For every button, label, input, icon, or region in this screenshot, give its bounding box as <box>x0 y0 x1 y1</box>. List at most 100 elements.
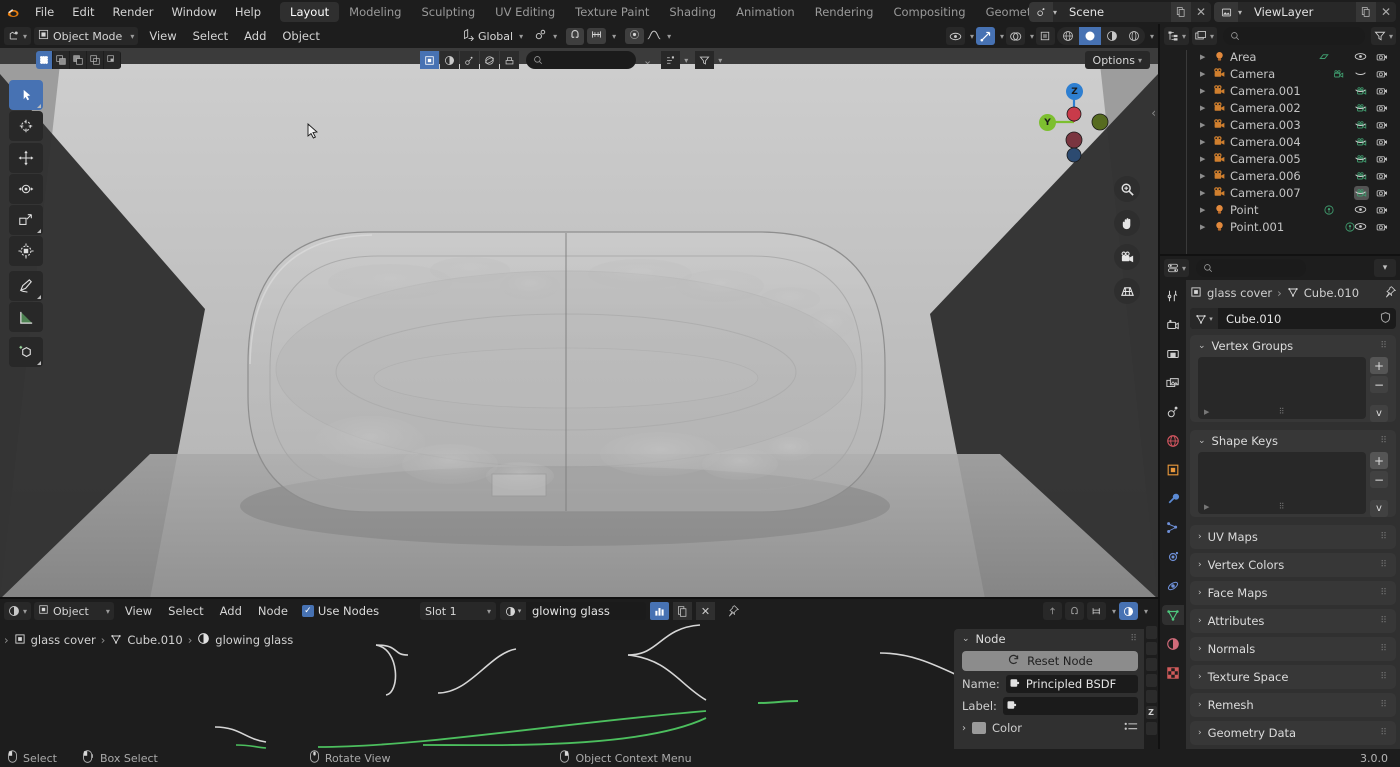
material-slot-selector[interactable]: Slot 1 ▾ <box>420 602 496 620</box>
select-extend-button[interactable] <box>53 51 70 69</box>
properties-tab-render[interactable] <box>1162 315 1184 335</box>
menu-edit[interactable]: Edit <box>63 0 103 24</box>
render-toggle-icon[interactable] <box>1374 137 1390 147</box>
grip-dots-icon[interactable]: ⠿ <box>1380 644 1388 654</box>
snap-icon[interactable] <box>1065 602 1084 620</box>
disclosure-triangle-icon[interactable]: ▶ <box>1200 87 1205 95</box>
properties-tab-physics[interactable] <box>1162 547 1184 567</box>
shader-editor-icon[interactable]: ▾ <box>4 602 31 620</box>
vertex-group-specials-button[interactable]: v <box>1370 405 1388 422</box>
visibility-toggle-icon[interactable] <box>1352 137 1368 146</box>
tab-sculpting[interactable]: Sculpting <box>411 2 485 22</box>
pan-hand-icon[interactable] <box>1114 210 1140 236</box>
properties-tab-output[interactable] <box>1162 344 1184 364</box>
editor-type-3dview-icon[interactable]: ▾ <box>4 27 31 45</box>
select-set-button[interactable] <box>36 51 53 69</box>
disclosure-triangle-icon[interactable]: ▶ <box>1200 189 1205 197</box>
grip-dots-icon[interactable]: ⠿ <box>1380 700 1388 710</box>
select-invert-button[interactable] <box>87 51 104 69</box>
viewport-menu-select[interactable]: Select <box>185 24 236 48</box>
viewport-menu-view[interactable]: View <box>141 24 184 48</box>
viewlayer-name[interactable]: ViewLayer <box>1248 2 1356 22</box>
node-tab-5[interactable] <box>1146 690 1157 703</box>
material-icon[interactable] <box>440 51 459 69</box>
object-mode-selector[interactable]: Object Mode ▾ <box>34 27 138 45</box>
use-nodes-toggle[interactable]: ✓ Use Nodes <box>302 604 379 618</box>
grip-dots-icon[interactable]: ⠿ <box>1380 436 1388 446</box>
chevron-down-icon[interactable]: ▾ <box>1144 607 1148 616</box>
close-icon[interactable]: ✕ <box>1376 2 1396 22</box>
node-tab-4[interactable] <box>1146 674 1157 687</box>
tab-animation[interactable]: Animation <box>726 2 805 22</box>
node-label-input[interactable] <box>1003 697 1138 715</box>
unlink-material-button[interactable]: ✕ <box>696 602 715 620</box>
disclosure-triangle-icon[interactable]: ▶ <box>1200 206 1205 214</box>
add-vertex-group-button[interactable]: + <box>1370 357 1388 374</box>
visibility-toggle-icon[interactable] <box>1352 120 1368 129</box>
proportional-edit-icon[interactable] <box>625 28 644 44</box>
properties-tab-tool[interactable] <box>1162 286 1184 306</box>
physics-icon[interactable] <box>480 51 499 69</box>
menu-window[interactable]: Window <box>162 0 225 24</box>
xray-icon[interactable] <box>1036 27 1055 45</box>
move-tool[interactable] <box>9 143 43 173</box>
shape-key-specials-button[interactable]: v <box>1370 500 1388 517</box>
viewport-search-input[interactable] <box>526 51 636 69</box>
gizmo-axis-z[interactable]: Z <box>1066 83 1083 100</box>
properties-tab-modifiers[interactable] <box>1162 489 1184 509</box>
visibility-toggle-icon[interactable] <box>1352 205 1368 214</box>
grip-dots-icon[interactable]: ⠿ <box>1380 560 1388 570</box>
panel-vertex-groups-header[interactable]: ⌄ Vertex Groups ⠿ <box>1190 335 1396 357</box>
visibility-toggle-icon[interactable] <box>1352 154 1368 163</box>
material-sphere-icon[interactable]: ▾ <box>500 602 526 620</box>
outliner-filter-button[interactable]: ▾ <box>1371 27 1396 45</box>
shader-menu-node[interactable]: Node <box>250 599 296 623</box>
render-toggle-icon[interactable] <box>1374 222 1390 232</box>
visibility-toggle-icon[interactable] <box>1352 188 1368 197</box>
node-tab-item[interactable]: Z <box>1146 706 1157 719</box>
shield-icon[interactable] <box>1379 311 1392 327</box>
viewport-menu-object[interactable]: Object <box>274 24 327 48</box>
outliner-row-camera-001[interactable]: ▶ Camera.001 <box>1166 82 1400 99</box>
add-shape-key-button[interactable]: + <box>1370 452 1388 469</box>
visibility-toggle-icon[interactable] <box>1352 86 1368 95</box>
chevron-down-icon[interactable]: ▾ <box>684 56 688 65</box>
annotate-tool[interactable] <box>9 271 43 301</box>
shading-rendered[interactable] <box>1123 27 1145 45</box>
tab-texture-paint[interactable]: Texture Paint <box>565 2 659 22</box>
render-toggle-icon[interactable] <box>1374 205 1390 215</box>
properties-search-input[interactable] <box>1196 259 1306 277</box>
breadcrumb-data[interactable]: Cube.010 <box>127 633 182 647</box>
cursor-tool[interactable] <box>9 111 43 141</box>
magnet-icon[interactable] <box>566 28 584 45</box>
viewlayer-selector[interactable]: ▾ ViewLayer ✕ <box>1214 2 1396 22</box>
render-toggle-icon[interactable] <box>1374 52 1390 62</box>
select-subtract-button[interactable] <box>70 51 87 69</box>
shader-editor[interactable]: Window Reflection From Instance Value Va… <box>0 599 1158 749</box>
pin-icon[interactable] <box>1384 286 1396 301</box>
render-toggle-icon[interactable] <box>1374 154 1390 164</box>
disclosure-triangle-icon[interactable]: ▶ <box>1200 121 1205 129</box>
chevron-down-icon[interactable]: ▾ <box>718 56 722 65</box>
outliner-display-mode-icon[interactable]: ▾ <box>1164 27 1189 45</box>
breadcrumb-data[interactable]: Cube.010 <box>1304 286 1359 300</box>
overlays-icon[interactable] <box>1119 602 1138 620</box>
shading-solid[interactable] <box>1079 27 1101 45</box>
grip-dots-icon[interactable]: ⠿ <box>1380 532 1388 542</box>
panel-face-maps[interactable]: › Face Maps ⠿ <box>1190 581 1396 605</box>
shape-keys-listbox[interactable]: ▶ ⠿ <box>1198 452 1366 514</box>
camera-data-icon[interactable] <box>1331 67 1346 81</box>
expand-triangle-icon[interactable]: ▶ <box>1204 408 1209 416</box>
tab-uv-editing[interactable]: UV Editing <box>485 2 565 22</box>
object-mode-icon[interactable] <box>420 51 439 69</box>
mesh-data-triangle-icon[interactable]: ▾ <box>1190 308 1218 329</box>
fake-user-icon[interactable] <box>650 602 669 620</box>
visibility-toggle-icon[interactable] <box>1352 222 1368 231</box>
grip-dots-icon[interactable]: ⠿ <box>1380 341 1388 351</box>
properties-editor[interactable]: ▾ ▾ glass cover <box>1160 256 1400 749</box>
properties-tab-view-layer[interactable] <box>1162 373 1184 393</box>
disclosure-triangle-icon[interactable]: ▶ <box>1200 104 1205 112</box>
outliner-row-point[interactable]: ▶ Point <box>1166 201 1400 218</box>
light-point-data-icon[interactable] <box>1321 203 1336 217</box>
outliner-row-camera-005[interactable]: ▶ Camera.005 <box>1166 150 1400 167</box>
